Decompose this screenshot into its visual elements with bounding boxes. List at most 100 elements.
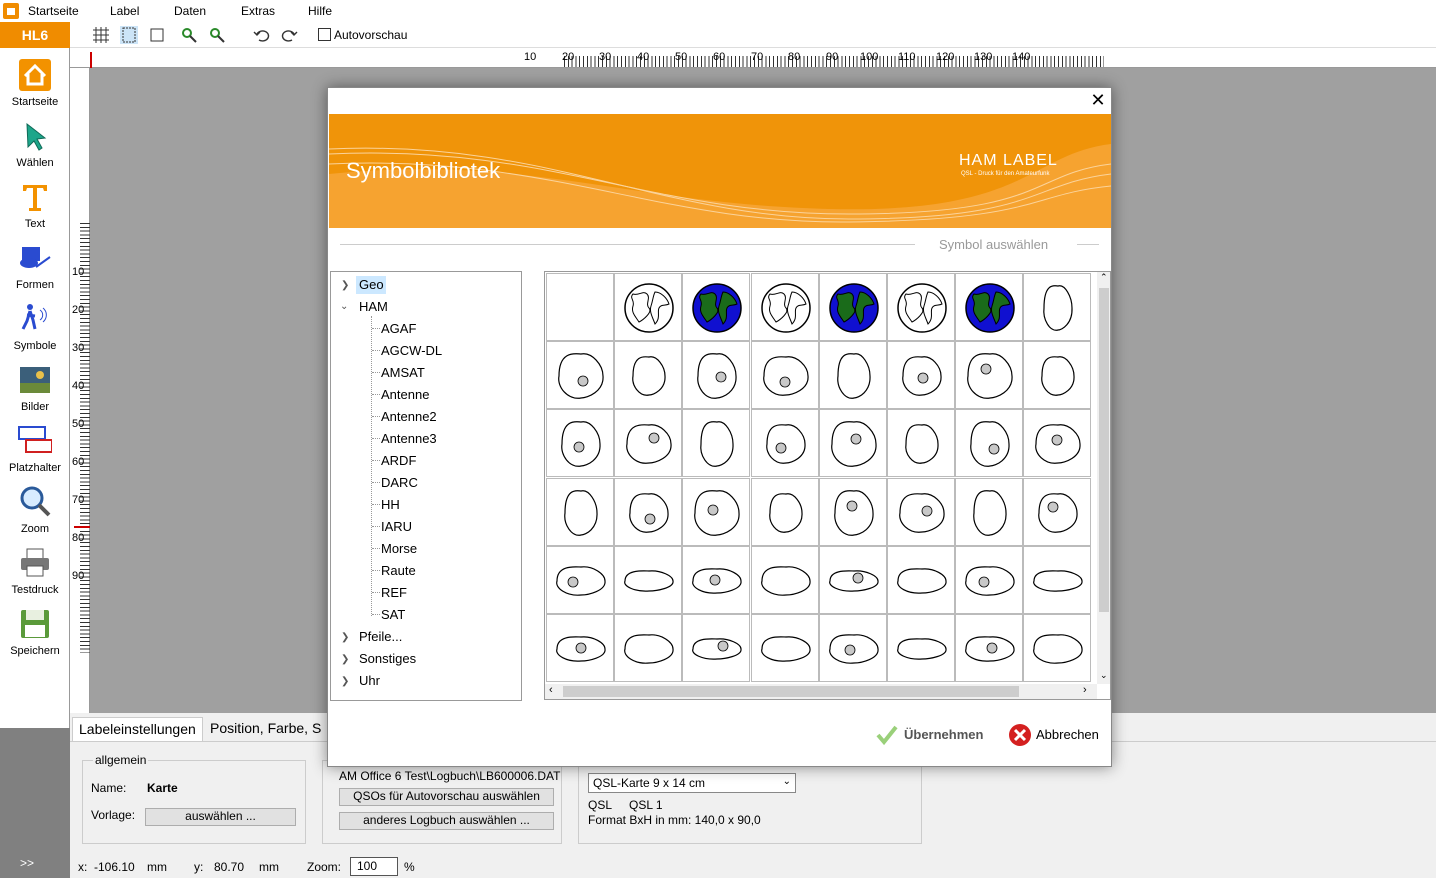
symbol-cell[interactable]	[682, 273, 751, 341]
symbol-cell[interactable]	[546, 341, 614, 410]
tree-item-sonstiges[interactable]: Sonstiges	[359, 651, 416, 666]
symbol-cell[interactable]	[955, 545, 1024, 614]
expand-sidebar-button[interactable]: >>	[20, 856, 34, 870]
symbol-cell[interactable]	[614, 409, 683, 478]
symbol-cell[interactable]	[750, 477, 819, 546]
tree-item-amsat[interactable]: AMSAT	[381, 365, 425, 380]
home-icon[interactable]	[3, 3, 19, 19]
symbol-cell[interactable]	[818, 545, 887, 614]
close-icon[interactable]: ✕	[1088, 90, 1108, 110]
tree-item-ardf[interactable]: ARDF	[381, 453, 416, 468]
tree-item-darc[interactable]: DARC	[381, 475, 418, 490]
symbol-cell[interactable]	[818, 273, 887, 341]
symbol-cell[interactable]	[750, 273, 819, 341]
symbol-cell[interactable]	[818, 409, 887, 478]
chevron-right-icon[interactable]: ❯	[341, 632, 349, 643]
format-select[interactable]: QSL-Karte 9 x 14 cm ⌄	[588, 773, 796, 793]
tree-item-geo[interactable]: Geo	[359, 277, 384, 292]
grid-icon[interactable]	[92, 26, 110, 44]
scroll-right-icon[interactable]: ›	[1083, 684, 1087, 696]
menu-hilfe[interactable]: Hilfe	[308, 4, 332, 18]
symbol-cell[interactable]	[546, 545, 614, 614]
sidebar-item-formen[interactable]: Formen	[0, 241, 70, 291]
select-template-button[interactable]: auswählen ...	[145, 808, 296, 826]
symbol-cell[interactable]	[818, 341, 887, 410]
sidebar-item-waehlen[interactable]: Wählen	[0, 119, 70, 169]
menu-daten[interactable]: Daten	[174, 4, 206, 18]
tree-item-agcw-dl[interactable]: AGCW-DL	[381, 343, 442, 358]
symbol-cell[interactable]	[682, 614, 751, 682]
sidebar-item-speichern[interactable]: Speichern	[0, 607, 70, 657]
tree-item-antenne[interactable]: Antenne	[381, 387, 429, 402]
symbol-cell[interactable]	[1023, 477, 1092, 546]
chevron-right-icon[interactable]: ❯	[341, 676, 349, 687]
scroll-thumb[interactable]	[563, 686, 1019, 697]
symbol-cell[interactable]	[614, 614, 683, 682]
symbol-cell[interactable]	[1023, 545, 1092, 614]
symbol-cell[interactable]	[682, 341, 751, 410]
tree-item-uhr[interactable]: Uhr	[359, 673, 380, 688]
symbol-cell[interactable]	[750, 545, 819, 614]
symbol-cell[interactable]	[546, 273, 614, 341]
symbol-cell[interactable]	[682, 409, 751, 478]
tree-item-agaf[interactable]: AGAF	[381, 321, 416, 336]
symbol-cell[interactable]	[887, 341, 955, 410]
symbol-cell[interactable]	[955, 614, 1024, 682]
tree-item-iaru[interactable]: IARU	[381, 519, 412, 534]
symbol-cell[interactable]	[887, 409, 955, 478]
frame-icon[interactable]	[148, 26, 166, 44]
chevron-right-icon[interactable]: ❯	[341, 280, 349, 291]
qso-preview-button[interactable]: QSOs für Autovorschau auswählen	[339, 788, 554, 806]
symbol-cell[interactable]	[818, 477, 887, 546]
scroll-thumb[interactable]	[1099, 288, 1109, 612]
chevron-right-icon[interactable]: ❯	[341, 654, 349, 665]
tree-item-antenne2[interactable]: Antenne2	[381, 409, 437, 424]
symbol-cell[interactable]	[955, 477, 1024, 546]
symbol-cell[interactable]	[750, 614, 819, 682]
tree-item-sat[interactable]: SAT	[381, 607, 405, 622]
horizontal-scrollbar[interactable]: ‹ ›	[545, 684, 1097, 699]
tree-item-hh[interactable]: HH	[381, 497, 400, 512]
sidebar-item-zoom[interactable]: Zoom	[0, 485, 70, 535]
symbol-cell[interactable]	[546, 409, 614, 478]
tree-item-antenne3[interactable]: Antenne3	[381, 431, 437, 446]
undo-icon[interactable]	[253, 26, 271, 44]
symbol-cell[interactable]	[1023, 614, 1092, 682]
sidebar-item-testdruck[interactable]: Testdruck	[0, 546, 70, 596]
scroll-down-icon[interactable]: ⌄	[1100, 670, 1108, 681]
symbol-cell[interactable]	[546, 477, 614, 546]
tree-item-morse[interactable]: Morse	[381, 541, 417, 556]
symbol-cell[interactable]	[614, 273, 683, 341]
symbol-cell[interactable]	[887, 477, 955, 546]
symbol-cell[interactable]	[614, 341, 683, 410]
scroll-left-icon[interactable]: ‹	[549, 684, 553, 696]
sidebar-item-startseite[interactable]: Startseite	[0, 58, 70, 108]
symbol-cell[interactable]	[682, 477, 751, 546]
vertical-scrollbar[interactable]: ⌃ ⌄	[1097, 272, 1110, 684]
tree-item-raute[interactable]: Raute	[381, 563, 416, 578]
chevron-down-icon[interactable]: ⌄	[340, 301, 348, 312]
tree-item-ham[interactable]: HAM	[359, 299, 388, 314]
zoom-icon-toolbar[interactable]	[208, 26, 226, 44]
sidebar-item-text[interactable]: Text	[0, 180, 70, 230]
sidebar-item-symbole[interactable]: Symbole	[0, 302, 70, 352]
symbol-cell[interactable]	[682, 545, 751, 614]
symbol-cell[interactable]	[887, 273, 955, 341]
apply-button[interactable]: Übernehmen	[876, 722, 996, 748]
tree-item-pfeile[interactable]: Pfeile...	[359, 629, 402, 644]
symbol-cell[interactable]	[750, 341, 819, 410]
menu-label[interactable]: Label	[110, 4, 139, 18]
symbol-cell[interactable]	[614, 545, 683, 614]
other-logbook-button[interactable]: anderes Logbuch auswählen ...	[339, 812, 554, 830]
symbol-cell[interactable]	[546, 614, 614, 682]
symbol-cell[interactable]	[887, 614, 955, 682]
tab-position[interactable]: Position, Farbe, S	[204, 717, 327, 741]
tree-item-ref[interactable]: REF	[381, 585, 407, 600]
symbol-cell[interactable]	[955, 273, 1024, 341]
symbol-cell[interactable]	[614, 477, 683, 546]
symbol-cell[interactable]	[1023, 273, 1092, 341]
symbol-cell[interactable]	[955, 409, 1024, 478]
symbol-cell[interactable]	[818, 614, 887, 682]
symbol-cell[interactable]	[1023, 409, 1092, 478]
tab-labeleinstellungen[interactable]: Labeleinstellungen	[72, 717, 203, 741]
